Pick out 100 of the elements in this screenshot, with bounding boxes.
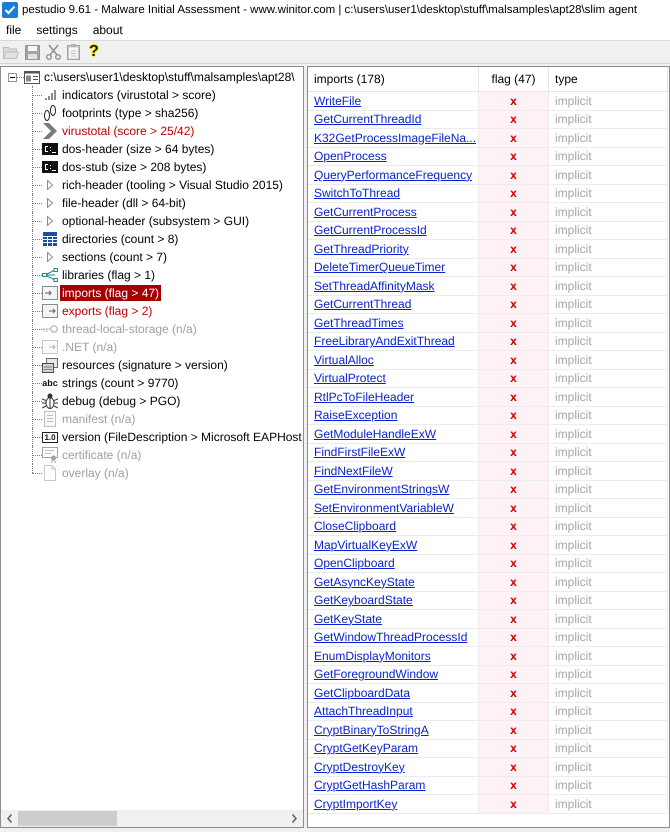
- function-link[interactable]: CryptGetKeyParam: [314, 741, 418, 756]
- scrollbar-thumb[interactable]: [18, 811, 117, 826]
- flag-cell: x: [479, 425, 549, 444]
- function-link[interactable]: OpenClipboard: [314, 556, 395, 570]
- flag-cell: x: [479, 148, 549, 166]
- function-link[interactable]: SetThreadAffinityMask: [314, 278, 434, 293]
- flag-cell: x: [479, 518, 549, 536]
- type-cell: implicit: [549, 277, 668, 296]
- tree-item[interactable]: libraries (flag > 1): [60, 267, 158, 283]
- tree-item[interactable]: version (FileDescription > Microsoft EAPHost: [60, 429, 304, 445]
- flag-cell: x: [479, 351, 549, 370]
- function-link[interactable]: GetCurrentThreadId: [314, 112, 422, 126]
- flag-cell: x: [479, 129, 549, 148]
- function-link[interactable]: DeleteTimerQueueTimer: [314, 260, 446, 274]
- horizontal-scrollbar[interactable]: [1, 810, 303, 827]
- tree-item[interactable]: resources (signature > version): [60, 357, 230, 373]
- tree-item[interactable]: virustotal (score > 25/42): [60, 123, 196, 139]
- console-icon: [42, 161, 58, 173]
- column-header[interactable]: type: [549, 67, 668, 91]
- function-link[interactable]: GetKeyboardState: [314, 593, 413, 608]
- tree-item[interactable]: strings (count > 9770): [60, 375, 180, 391]
- tree-item[interactable]: dos-header (size > 64 bytes): [60, 141, 216, 157]
- function-link[interactable]: GetWindowThreadProcessId: [314, 630, 468, 644]
- function-link[interactable]: VirtualProtect: [314, 371, 386, 386]
- function-link[interactable]: SetEnvironmentVariableW: [314, 500, 454, 515]
- function-link[interactable]: GetThreadTimes: [314, 316, 404, 330]
- tree-item[interactable]: optional-header (subsystem > GUI): [60, 213, 252, 229]
- function-link[interactable]: RaiseException: [314, 408, 398, 422]
- function-link[interactable]: VirtualAlloc: [314, 352, 374, 367]
- function-link[interactable]: QueryPerformanceFrequency: [314, 168, 472, 182]
- function-link[interactable]: GetClipboardData: [314, 686, 410, 700]
- type-cell: implicit: [549, 518, 668, 536]
- flag-cell: x: [479, 666, 549, 684]
- function-link[interactable]: GetKeyState: [314, 612, 382, 626]
- tree-item[interactable]: file-header (dll > 64-bit): [60, 195, 188, 211]
- tree-item[interactable]: sections (count > 7): [60, 249, 170, 265]
- flag-cell: x: [479, 721, 549, 740]
- bug-icon: [42, 393, 58, 409]
- chevron-right-icon[interactable]: [292, 814, 297, 823]
- function-link[interactable]: FindFirstFileExW: [314, 445, 406, 460]
- function-link[interactable]: RtlPcToFileHeader: [314, 390, 414, 404]
- type-cell: implicit: [549, 332, 668, 351]
- flag-cell: x: [479, 462, 549, 480]
- tree-item[interactable]: directories (count > 8): [60, 231, 180, 247]
- tree-item[interactable]: exports (flag > 2): [60, 303, 154, 319]
- flag-cell: x: [479, 536, 549, 554]
- type-cell: implicit: [549, 462, 668, 480]
- menu-item[interactable]: file: [0, 20, 28, 38]
- function-link[interactable]: CloseClipboard: [314, 519, 396, 534]
- type-cell: implicit: [549, 240, 668, 258]
- menu-item[interactable]: about: [86, 20, 129, 38]
- function-link[interactable]: GetAsyncKeyState: [314, 574, 415, 589]
- tree-item[interactable]: imports (flag > 47): [60, 285, 162, 301]
- function-link[interactable]: CryptImportKey: [314, 796, 398, 811]
- function-link[interactable]: CryptGetHashParam: [314, 778, 426, 792]
- collapse-toggle[interactable]: [8, 72, 17, 82]
- function-link[interactable]: EnumDisplayMonitors: [314, 648, 431, 663]
- type-cell: implicit: [549, 351, 668, 370]
- type-cell: implicit: [549, 684, 668, 702]
- function-link[interactable]: SwitchToThread: [314, 186, 400, 200]
- type-cell: implicit: [549, 740, 668, 758]
- function-link[interactable]: K32GetProcessImageFileNa...: [314, 130, 476, 145]
- function-link[interactable]: GetForegroundWindow: [314, 667, 438, 682]
- chevron-left-icon[interactable]: [7, 814, 12, 823]
- tree-item[interactable]: debug (debug > PGO): [60, 393, 182, 409]
- function-link[interactable]: AttachThreadInput: [314, 704, 413, 718]
- flag-cell: x: [479, 554, 549, 573]
- flag-cell: x: [479, 240, 549, 258]
- type-cell: implicit: [549, 499, 668, 518]
- flag-cell: x: [479, 684, 549, 702]
- function-link[interactable]: FindNextFileW: [314, 464, 393, 478]
- type-cell: implicit: [549, 110, 668, 129]
- function-link[interactable]: MapVirtualKeyExW: [314, 538, 418, 552]
- function-link[interactable]: GetThreadPriority: [314, 242, 409, 256]
- type-cell: implicit: [549, 758, 668, 776]
- type-cell: implicit: [549, 92, 668, 110]
- key-icon: [42, 325, 58, 333]
- tree-item[interactable]: indicators (virustotal > score): [60, 87, 218, 103]
- type-cell: implicit: [549, 388, 668, 406]
- function-link[interactable]: GetCurrentThread: [314, 297, 412, 312]
- menu-item[interactable]: settings: [30, 20, 84, 38]
- function-link[interactable]: GetCurrentProcessId: [314, 223, 427, 238]
- function-link[interactable]: GetEnvironmentStringsW: [314, 482, 450, 496]
- flag-cell: x: [479, 166, 549, 184]
- tree-item[interactable]: footprints (type > sha256): [60, 105, 200, 121]
- column-header[interactable]: flag (47): [479, 67, 549, 91]
- column-header[interactable]: imports (178): [308, 67, 479, 91]
- chevron-icon: [43, 123, 57, 139]
- function-link[interactable]: CryptDestroyKey: [314, 760, 405, 774]
- function-link[interactable]: WriteFile: [314, 94, 362, 108]
- help-button[interactable]: ?: [86, 43, 102, 61]
- flag-cell: x: [479, 740, 549, 758]
- tree-item[interactable]: rich-header (tooling > Visual Studio 2015): [60, 177, 285, 193]
- tree-item[interactable]: dos-stub (size > 208 bytes): [60, 159, 208, 175]
- function-link[interactable]: FreeLibraryAndExitThread: [314, 334, 455, 348]
- function-link[interactable]: CryptBinaryToStringA: [314, 722, 429, 737]
- function-link[interactable]: OpenProcess: [314, 149, 387, 164]
- function-link[interactable]: GetCurrentProcess: [314, 204, 417, 219]
- function-link[interactable]: GetModuleHandleExW: [314, 426, 436, 441]
- tree-root[interactable]: c:\users\user1\desktop\stuff\malsamples\apt28\: [44, 69, 295, 85]
